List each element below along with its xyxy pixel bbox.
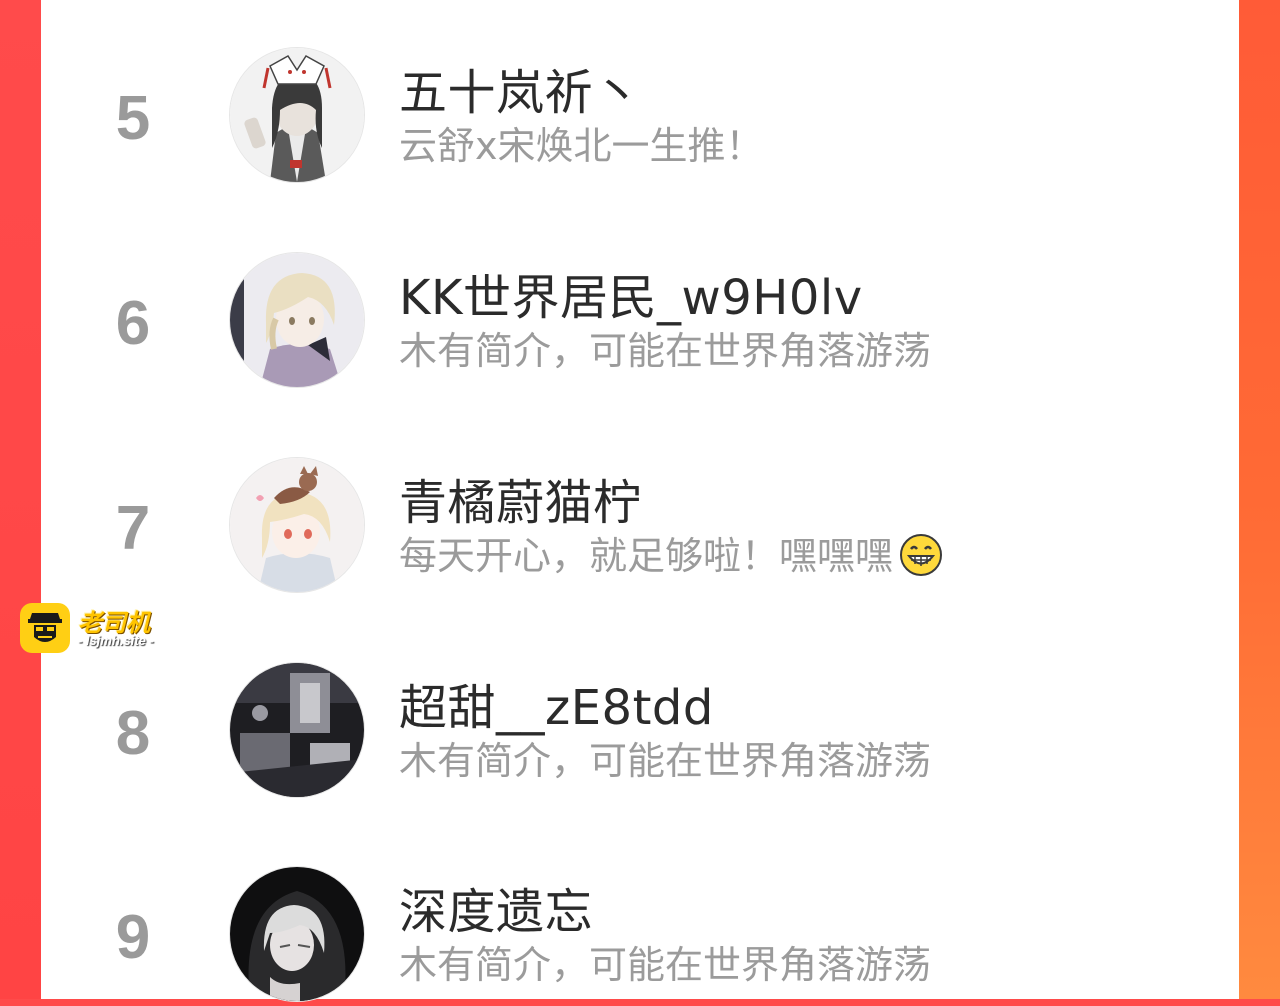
list-item[interactable]: 9 深度遗忘 木有简介，可能在世界角落游荡	[41, 866, 1239, 1006]
user-name[interactable]: 五十岚祈丶	[399, 53, 642, 123]
user-bio: 木有简介，可能在世界角落游荡	[399, 329, 932, 373]
avatar[interactable]	[229, 252, 365, 388]
user-name[interactable]: 超甜__zE8tdd	[399, 668, 714, 738]
user-name[interactable]: 深度遗忘	[399, 872, 593, 942]
avatar[interactable]	[229, 662, 365, 798]
user-bio-text: 每天开心，就足够啦！嘿嘿嘿	[399, 534, 894, 578]
rank-number: 6	[115, 289, 151, 358]
watermark-logo: 老司机 - lsjmh.site -	[20, 603, 180, 653]
left-background-strip	[0, 0, 41, 999]
grinning-face-icon	[899, 533, 943, 577]
avatar[interactable]	[229, 457, 365, 593]
driver-face-icon	[20, 603, 70, 653]
rank-number: 7	[115, 494, 151, 563]
user-name[interactable]: 青橘蔚猫柠	[399, 463, 642, 533]
ranking-panel: 5 五十岚祈丶 云舒x宋焕北一生推！ 6 KK世界居民_w9H0lv 木有简介，…	[41, 0, 1239, 1002]
rank-number: 9	[115, 903, 151, 972]
user-bio: 云舒x宋焕北一生推！	[399, 124, 764, 168]
user-bio: 木有简介，可能在世界角落游荡	[399, 943, 932, 987]
list-item[interactable]: 8 超甜__zE8tdd 木有简介，可能在世界角落游荡	[41, 662, 1239, 802]
list-item[interactable]: 6 KK世界居民_w9H0lv 木有简介，可能在世界角落游荡	[41, 252, 1239, 392]
avatar[interactable]	[229, 47, 365, 183]
right-background-strip	[1239, 0, 1280, 999]
user-name[interactable]: KK世界居民_w9H0lv	[399, 258, 863, 328]
avatar[interactable]	[229, 866, 365, 1002]
list-item[interactable]: 7 青橘蔚猫柠 每天开心，就足够啦！嘿嘿嘿	[41, 457, 1239, 597]
list-item[interactable]: 5 五十岚祈丶 云舒x宋焕北一生推！	[41, 47, 1239, 187]
user-bio: 木有简介，可能在世界角落游荡	[399, 739, 932, 783]
watermark-subtitle: - lsjmh.site -	[78, 633, 154, 648]
user-bio: 每天开心，就足够啦！嘿嘿嘿	[399, 525, 943, 581]
rank-number: 5	[115, 84, 151, 153]
rank-number: 8	[115, 699, 151, 768]
